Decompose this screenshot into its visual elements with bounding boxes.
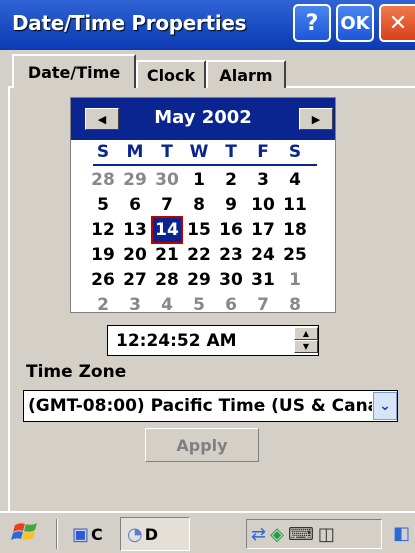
calendar-month-label[interactable]: May 2002 <box>121 107 285 128</box>
calendar-day[interactable]: 19 <box>89 243 117 267</box>
prev-month-button[interactable]: ◀ <box>85 108 119 130</box>
calendar-day[interactable]: 8 <box>281 293 309 317</box>
calendar-day[interactable]: 2 <box>89 293 117 317</box>
time-zone-label: Time Zone <box>26 362 127 382</box>
keyboard-icon[interactable]: ⌨ <box>288 524 314 545</box>
calendar-day[interactable]: 1 <box>281 268 309 292</box>
apply-button[interactable]: Apply <box>145 428 259 462</box>
calendar-day[interactable]: 2 <box>217 168 245 192</box>
calendar-day[interactable]: 3 <box>121 293 149 317</box>
calendar-day-selected[interactable]: 14 <box>151 216 183 244</box>
chevron-down-icon[interactable]: ⌄ <box>373 392 397 420</box>
calendar-day[interactable]: 16 <box>217 218 245 242</box>
calendar-day[interactable]: 29 <box>121 168 149 192</box>
calendar-day[interactable]: 4 <box>281 168 309 192</box>
weekday-header: F <box>257 142 269 162</box>
tab-date-time[interactable]: Date/Time <box>12 54 136 88</box>
calendar-day[interactable]: 18 <box>281 218 309 242</box>
weekday-header: W <box>189 142 209 162</box>
network-icon[interactable]: ⇄ <box>251 524 266 545</box>
calendar-day[interactable]: 20 <box>121 243 149 267</box>
calendar-day[interactable]: 8 <box>185 193 213 217</box>
taskbar-task-d[interactable]: ◔ D <box>120 517 190 551</box>
task-label: C <box>91 524 103 544</box>
calendar-day[interactable]: 11 <box>281 193 309 217</box>
calendar-day[interactable]: 21 <box>153 243 181 267</box>
time-zone-value[interactable]: (GMT-08:00) Pacific Time (US & Canada) <box>28 396 372 416</box>
next-month-button[interactable]: ▶ <box>299 108 333 130</box>
calendar-header: ◀ May 2002 ▶ <box>71 98 335 140</box>
taskbar-task-c[interactable]: ▣ C <box>66 517 120 551</box>
taskbar-separator <box>56 519 58 549</box>
help-button[interactable]: ? <box>293 4 331 42</box>
tab-clock[interactable]: Clock <box>136 60 206 88</box>
ok-button[interactable]: OK <box>336 4 374 42</box>
desktop-icon[interactable]: ◧ <box>388 519 415 549</box>
calendar-day[interactable]: 1 <box>185 168 213 192</box>
calendar-day[interactable]: 22 <box>185 243 213 267</box>
weekday-header: S <box>288 142 302 162</box>
calendar-day[interactable]: 10 <box>249 193 277 217</box>
app-icon: ◔ <box>127 523 143 545</box>
taskbar: ▣ C ◔ D ⇄ ◈ ⌨ ◫ ◧ <box>0 511 415 553</box>
close-button[interactable]: ✕ <box>379 4 415 42</box>
calendar-day[interactable]: 30 <box>217 268 245 292</box>
calendar-day[interactable]: 29 <box>185 268 213 292</box>
weekday-divider <box>93 164 317 166</box>
calendar-day[interactable]: 17 <box>249 218 277 242</box>
calendar-day[interactable]: 15 <box>185 218 213 242</box>
weekday-header: T <box>161 142 173 162</box>
windows-flag-icon[interactable] <box>8 519 44 549</box>
weekday-header: T <box>225 142 237 162</box>
calendar-day[interactable]: 7 <box>153 193 181 217</box>
weekday-header: M <box>126 142 144 162</box>
time-zone-select[interactable]: (GMT-08:00) Pacific Time (US & Canada) ⌄ <box>23 390 398 422</box>
spin-up-icon[interactable]: ▲ <box>294 327 318 340</box>
calendar-day[interactable]: 7 <box>249 293 277 317</box>
title-bar: Date/Time Properties ? OK ✕ <box>0 0 415 50</box>
calendar-day[interactable]: 27 <box>121 268 149 292</box>
month-calendar[interactable]: ◀ May 2002 ▶ S M T W T F S 28 29 30 1 2 3 4 5 6 7 8 9 10 11 1… <box>70 97 336 315</box>
calendar-day[interactable]: 6 <box>217 293 245 317</box>
input-panel-icon[interactable]: ◫ <box>318 524 335 545</box>
calendar-day[interactable]: 12 <box>89 218 117 242</box>
calendar-day[interactable]: 13 <box>121 218 149 242</box>
tab-gap <box>14 86 134 88</box>
weekday-header: S <box>96 142 110 162</box>
time-value[interactable]: 12:24:52 AM <box>116 331 237 351</box>
calendar-day[interactable]: 28 <box>89 168 117 192</box>
calendar-day[interactable]: 26 <box>89 268 117 292</box>
calendar-day[interactable]: 25 <box>281 243 309 267</box>
app-icon: ▣ <box>72 523 90 545</box>
tab-alarm[interactable]: Alarm <box>206 60 286 88</box>
calendar-day[interactable]: 3 <box>249 168 277 192</box>
system-tray: ⇄ ◈ ⌨ ◫ <box>246 519 382 549</box>
calendar-day[interactable]: 5 <box>185 293 213 317</box>
calendar-day[interactable]: 31 <box>249 268 277 292</box>
time-field[interactable]: 12:24:52 AM ▲ ▼ <box>107 325 319 356</box>
calendar-day[interactable]: 4 <box>153 293 181 317</box>
window-title: Date/Time Properties <box>12 11 247 35</box>
calendar-day[interactable]: 30 <box>153 168 181 192</box>
calendar-day[interactable]: 23 <box>217 243 245 267</box>
calendar-day[interactable]: 24 <box>249 243 277 267</box>
calendar-day[interactable]: 9 <box>217 193 245 217</box>
task-label: D <box>144 524 158 544</box>
spin-down-icon[interactable]: ▼ <box>294 340 318 353</box>
connection-icon[interactable]: ◈ <box>270 524 284 545</box>
calendar-day[interactable]: 28 <box>153 268 181 292</box>
calendar-day[interactable]: 6 <box>121 193 149 217</box>
time-spinner[interactable]: ▲ ▼ <box>294 327 318 354</box>
calendar-day[interactable]: 5 <box>89 193 117 217</box>
